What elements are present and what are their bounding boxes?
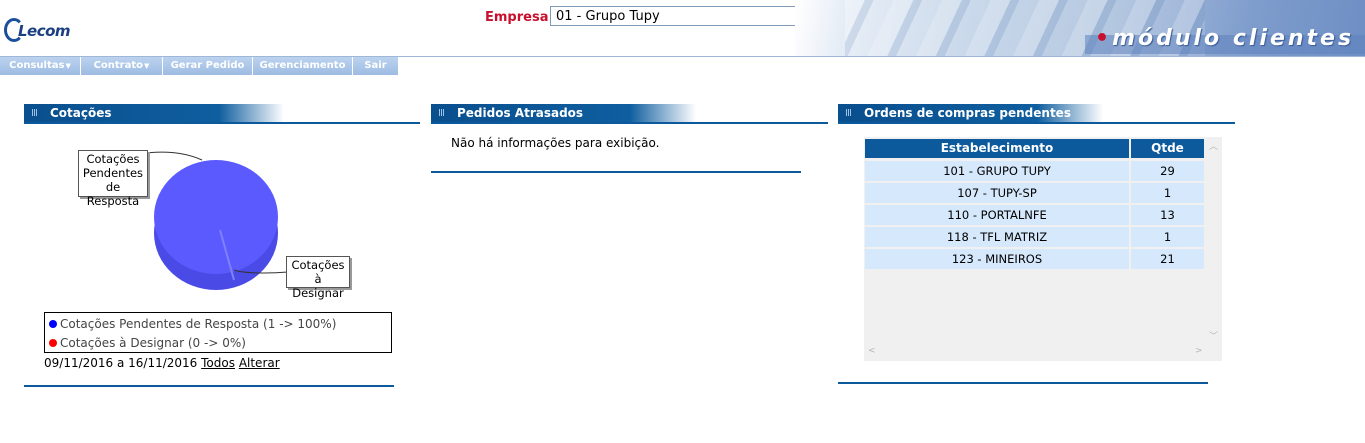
table-cell-qtde[interactable]: 1 — [1131, 183, 1204, 203]
column-header-qtde[interactable]: Qtde — [1131, 139, 1204, 158]
callout-designar: Cotações à Designar — [286, 256, 350, 300]
table-cell-qtde[interactable]: 29 — [1131, 161, 1204, 181]
callout-line: de Resposta — [86, 180, 140, 208]
module-banner: •módulo clientes — [795, 0, 1365, 56]
menu-gerar-pedido[interactable]: Gerar Pedido — [163, 57, 253, 75]
menu-consultas[interactable]: Consultas▼ — [0, 57, 81, 75]
pedidos-title: Pedidos Atrasados — [457, 106, 584, 120]
pedidos-panel-header: Pedidos Atrasados — [431, 104, 828, 124]
panel-bullet-icon — [846, 109, 851, 116]
logo-text: Lecom — [18, 22, 71, 40]
cotacoes-panel-header: Cotações — [24, 104, 420, 124]
link-todos[interactable]: Todos — [201, 356, 235, 370]
empresa-label: Empresa: — [485, 10, 554, 25]
column-header-estabelecimento[interactable]: Estabelecimento — [865, 139, 1129, 158]
vertical-scrollbar[interactable]: ︿ ﹀ — [1205, 137, 1222, 344]
horizontal-scrollbar[interactable]: < > — [864, 344, 1205, 361]
panel-bullet-icon — [439, 109, 444, 116]
table-cell-estabelecimento[interactable]: 107 - TUPY-SP — [865, 183, 1129, 203]
pedidos-empty-message: Não há informações para exibição. — [451, 136, 660, 150]
menu-consultas-label: Consultas — [9, 60, 65, 71]
menu-gerar-pedido-label: Gerar Pedido — [170, 60, 245, 71]
menu-sair-label: Sair — [364, 60, 387, 71]
module-title: •módulo clientes — [1095, 26, 1354, 51]
ordens-title: Ordens de compras pendentes — [864, 106, 1071, 120]
menu-gerenciamento[interactable]: Gerenciamento — [253, 57, 353, 75]
scroll-up-icon[interactable]: ︿ — [1209, 139, 1218, 152]
pie-slice-pendentes — [154, 160, 278, 274]
callout-line: Cotações — [291, 258, 345, 272]
callout-line: Pendentes — [82, 166, 144, 180]
legend-item-pendentes: Cotações Pendentes de Resposta (1 -> 100… — [49, 317, 336, 331]
legend-label: Cotações Pendentes de Resposta (1 -> 100… — [60, 317, 337, 331]
callout-leader-pendentes — [150, 151, 203, 161]
menu-contrato[interactable]: Contrato▼ — [81, 57, 163, 75]
legend-item-designar: Cotações à Designar (0 -> 0%) — [49, 336, 246, 350]
ordens-panel-header: Ordens de compras pendentes — [838, 104, 1235, 124]
callout-line: à Designar — [292, 272, 344, 300]
table-cell-estabelecimento[interactable]: 118 - TFL MATRIZ — [865, 227, 1129, 247]
cotacoes-title: Cotações — [50, 106, 112, 120]
red-dot-icon: • — [1095, 26, 1113, 51]
table-cell-qtde[interactable]: 1 — [1131, 227, 1204, 247]
menu-contrato-label: Contrato — [93, 60, 144, 71]
dropdown-arrow-icon: ▼ — [65, 62, 71, 70]
link-alterar[interactable]: Alterar — [239, 356, 280, 370]
empresa-select-value: 01 - Grupo Tupy — [556, 9, 660, 24]
menu-sair[interactable]: Sair — [353, 57, 399, 75]
red-dot-icon — [49, 339, 57, 347]
cotacoes-pie-chart — [150, 151, 289, 290]
callout-pendentes: Cotações Pendentes de Resposta — [78, 150, 148, 208]
table-cell-estabelecimento[interactable]: 110 - PORTALNFE — [865, 205, 1129, 225]
scroll-down-icon[interactable]: ﹀ — [1209, 329, 1218, 342]
ordens-panel-footer — [838, 382, 1208, 384]
cotacoes-legend: Cotações Pendentes de Resposta (1 -> 100… — [44, 312, 392, 353]
table-cell-estabelecimento[interactable]: 123 - MINEIROS — [865, 249, 1129, 269]
header: Lecom Empresa: 01 - Grupo Tupy ▼ •módulo… — [0, 0, 1365, 57]
panel-bullet-icon — [32, 109, 37, 116]
dropdown-arrow-icon: ▼ — [144, 62, 150, 70]
scroll-right-icon[interactable]: > — [1195, 346, 1203, 356]
legend-label: Cotações à Designar (0 -> 0%) — [60, 336, 246, 350]
cotacoes-panel-footer — [24, 385, 394, 387]
callout-line: Cotações — [86, 152, 140, 166]
pedidos-panel-footer — [431, 171, 801, 173]
scroll-left-icon[interactable]: < — [868, 346, 876, 356]
ordens-table: Estabelecimento Qtde 101 - GRUPO TUPY 29… — [864, 137, 1222, 361]
cotacoes-period: 09/11/2016 a 16/11/2016 Todos Alterar — [44, 356, 280, 370]
menu-gerenciamento-label: Gerenciamento — [259, 60, 346, 71]
table-cell-qtde[interactable]: 13 — [1131, 205, 1204, 225]
period-text: 09/11/2016 a 16/11/2016 — [44, 356, 198, 370]
table-cell-qtde[interactable]: 21 — [1131, 249, 1204, 269]
module-title-text: módulo clientes — [1112, 26, 1355, 51]
table-cell-estabelecimento[interactable]: 101 - GRUPO TUPY — [865, 161, 1129, 181]
blue-dot-icon — [49, 320, 57, 328]
